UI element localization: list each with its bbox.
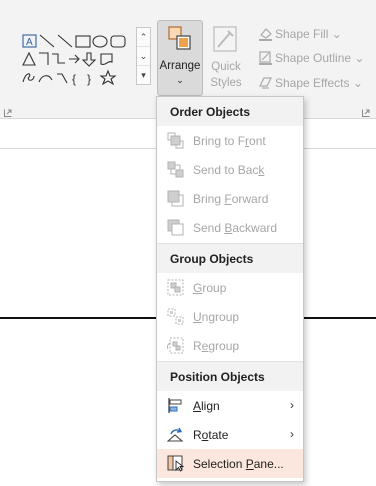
arrange-button[interactable]: Arrange ⌄ (157, 20, 203, 96)
menu-item-bring-to-front[interactable]: Bring to Front (157, 126, 303, 155)
rotate-icon (167, 427, 184, 442)
arrange-label: Arrange (159, 60, 201, 72)
svg-text:{: { (72, 72, 76, 86)
shapes-gallery[interactable]: A { } (18, 30, 136, 92)
ungroup-icon (167, 308, 184, 325)
group-objects-header: Group Objects (157, 244, 303, 273)
menu-item-ungroup[interactable]: Ungroup (157, 302, 303, 331)
gallery-scroll-up-icon[interactable]: ⌃ (137, 28, 150, 47)
arrange-icon (168, 26, 191, 50)
menu-item-group[interactable]: Group (157, 273, 303, 302)
gallery-scrollbar[interactable]: ⌃ ⌄ ▾ (136, 27, 151, 85)
submenu-arrow-icon: › (290, 398, 294, 412)
submenu-arrow-icon: › (290, 427, 294, 441)
group-icon (167, 279, 184, 296)
menu-item-bring-forward[interactable]: Bring Forward (157, 184, 303, 213)
shape-fill-label: Shape Fill ⌄ (275, 27, 342, 41)
send-to-back-icon (167, 161, 184, 178)
menu-item-selection-pane[interactable]: Selection Pane... (157, 449, 303, 478)
svg-text:A: A (26, 37, 33, 48)
gallery-more-icon[interactable]: ▾ (137, 66, 150, 84)
shape-effects-label: Shape Effects ⌄ (275, 76, 363, 90)
order-objects-header: Order Objects (157, 97, 303, 126)
menu-item-rotate[interactable]: Rotate › (157, 420, 303, 449)
menu-item-send-to-back[interactable]: Send to Back (157, 155, 303, 184)
shape-styles-launcher-icon[interactable] (362, 104, 370, 117)
menu-item-send-backward[interactable]: Send Backward (157, 213, 303, 242)
drawing-group-launcher-icon[interactable] (4, 104, 12, 117)
gallery-scroll-down-icon[interactable]: ⌄ (137, 47, 150, 66)
menu-item-regroup[interactable]: Regroup (157, 331, 303, 360)
shape-effects-icon (259, 77, 272, 89)
shape-fill-icon (259, 28, 272, 41)
send-backward-icon (167, 219, 184, 236)
arrange-menu: Order Objects Bring to Front Send to Bac… (156, 96, 304, 482)
svg-text:}: } (87, 72, 91, 86)
selection-pane-icon (167, 455, 184, 472)
regroup-icon (167, 337, 184, 354)
align-icon (168, 398, 182, 413)
shapes-gallery-icons: A { } (22, 34, 126, 86)
position-objects-header: Position Objects (157, 362, 303, 391)
bring-to-front-icon (167, 132, 184, 149)
quick-styles-button[interactable]: Quick Styles ⌄ (206, 20, 246, 105)
bring-forward-icon (167, 190, 184, 207)
arrange-caret-icon: ⌄ (176, 75, 184, 85)
shape-outline-label: Shape Outline ⌄ (275, 51, 365, 65)
quick-styles-icon (213, 26, 237, 52)
menu-item-align[interactable]: Align › (157, 391, 303, 420)
shape-outline-icon (259, 51, 272, 65)
